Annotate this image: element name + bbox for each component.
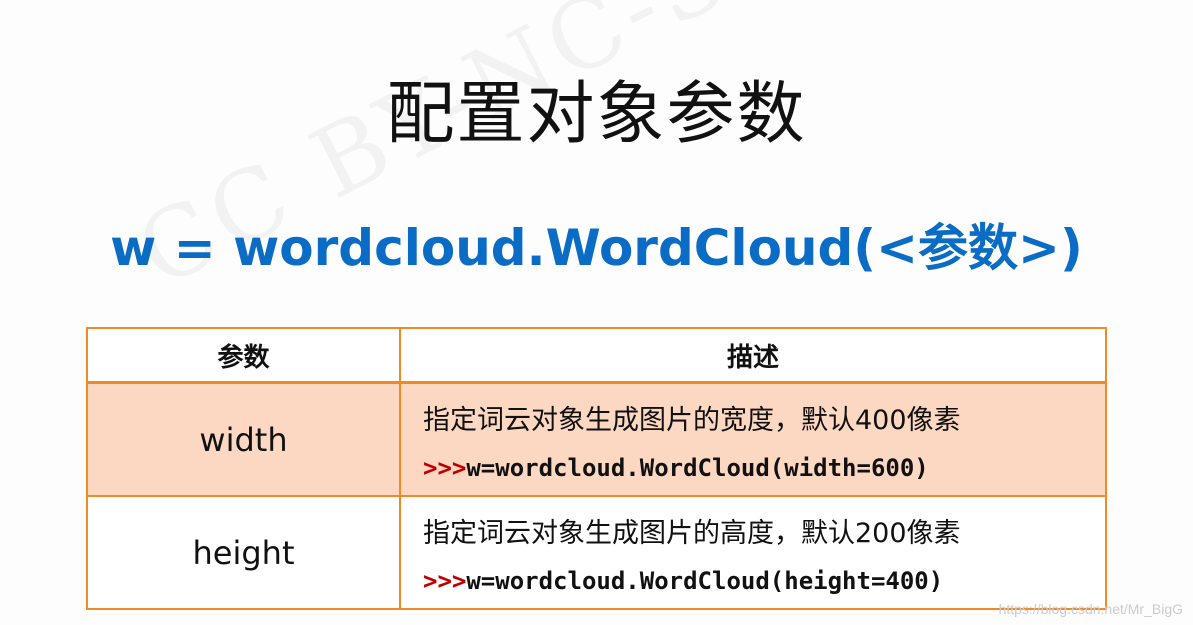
code-text: w=wordcloud.WordCloud(width=600) bbox=[466, 454, 929, 482]
code-prompt: >>> bbox=[423, 567, 467, 595]
param-description: 指定词云对象生成图片的高度，默认200像素 bbox=[423, 518, 961, 549]
slide-title: 配置对象参数 bbox=[386, 75, 807, 154]
param-description: 指定词云对象生成图片的宽度，默认400像素 bbox=[423, 405, 961, 436]
table-header-row: 参数 描述 bbox=[86, 327, 1107, 384]
formula: w = wordcloud.WordCloud(<参数>) bbox=[110, 219, 1083, 277]
param-name: width bbox=[86, 381, 401, 497]
code-example: >>>w=wordcloud.WordCloud(width=600) bbox=[423, 454, 1105, 482]
param-name: height bbox=[86, 495, 401, 610]
table-row: height 指定词云对象生成图片的高度，默认200像素 >>>w=wordcl… bbox=[86, 495, 1107, 610]
code-prompt: >>> bbox=[423, 454, 467, 482]
header-description: 描述 bbox=[399, 327, 1107, 384]
param-description-cell: 指定词云对象生成图片的高度，默认200像素 >>>w=wordcloud.Wor… bbox=[399, 495, 1107, 610]
code-example: >>>w=wordcloud.WordCloud(height=400) bbox=[423, 567, 1105, 595]
header-parameter: 参数 bbox=[86, 327, 401, 384]
table-row: width 指定词云对象生成图片的宽度，默认400像素 >>>w=wordclo… bbox=[86, 381, 1107, 497]
slide: CC BY-NC-SA 4.0 岩天 配置对象参数 w = wordcloud.… bbox=[0, 0, 1193, 625]
source-url: https://blog.csdn.net/Mr_BigG bbox=[998, 601, 1183, 617]
parameters-table: 参数 描述 width 指定词云对象生成图片的宽度，默认400像素 >>>w=w… bbox=[86, 327, 1107, 610]
code-text: w=wordcloud.WordCloud(height=400) bbox=[466, 567, 944, 595]
param-description-cell: 指定词云对象生成图片的宽度，默认400像素 >>>w=wordcloud.Wor… bbox=[399, 381, 1107, 497]
